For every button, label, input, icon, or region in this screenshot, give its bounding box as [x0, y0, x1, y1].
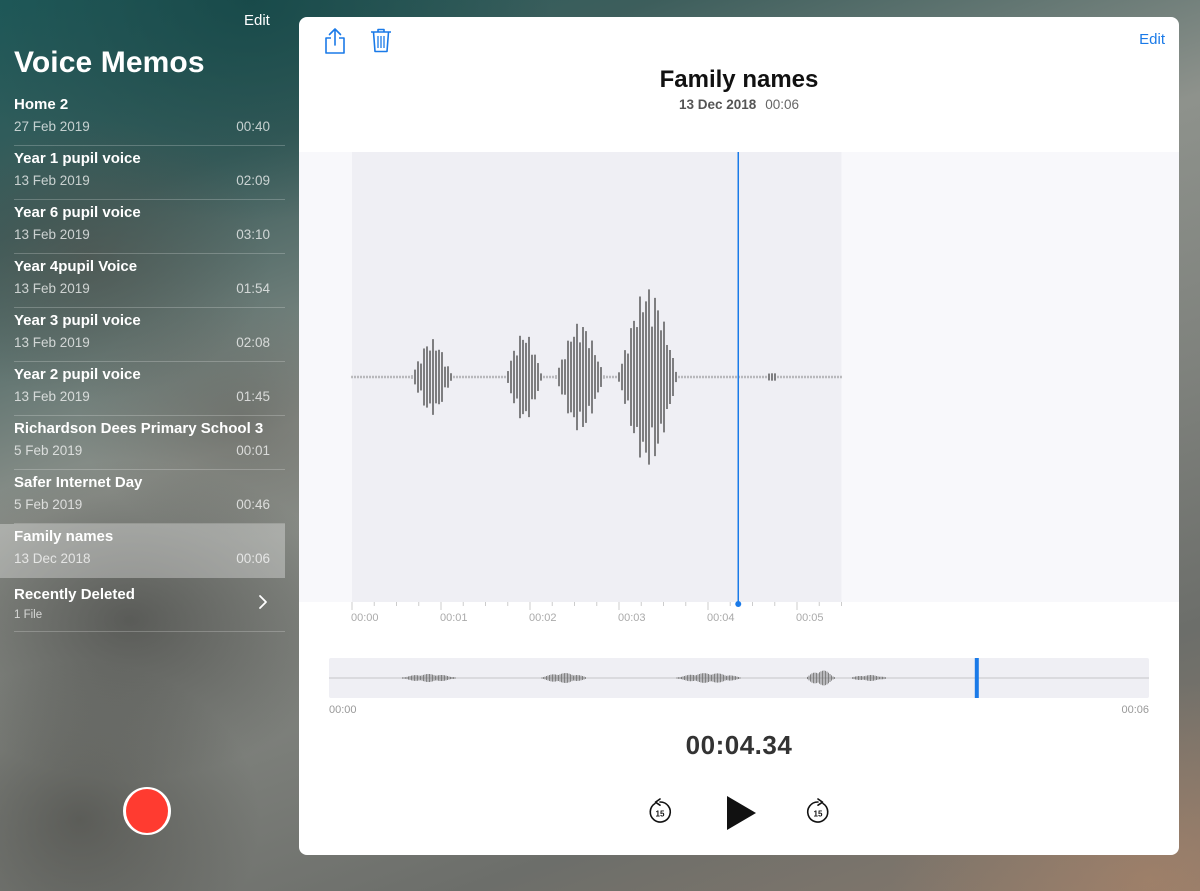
memo-duration: 03:10 [236, 227, 270, 242]
timeline-tick-label: 00:05 [796, 612, 824, 624]
memo-date: 27 Feb 2019 [14, 119, 90, 134]
main-waveform[interactable]: 00:00 00:01 00:02 00:03 00:04 00:05 [299, 152, 1179, 652]
memo-date: 5 Feb 2019 [14, 443, 83, 458]
skip-back-15-icon[interactable]: 15 [647, 798, 673, 826]
timeline-tick-label: 00:00 [351, 612, 379, 624]
memo-list: Home 2 27 Feb 2019 00:40 Year 1 pupil voice… [0, 92, 285, 632]
recorded-region [352, 152, 842, 602]
edit-recording-button[interactable]: Edit [1139, 31, 1165, 48]
memo-date: 13 Dec 2018 [14, 551, 91, 566]
memo-duration: 02:08 [236, 335, 270, 350]
timeline-tick-label: 00:02 [529, 612, 557, 624]
current-time: 00:04.34 [685, 730, 793, 760]
memo-item[interactable]: Richardson Dees Primary School 3 5 Feb 20… [14, 416, 285, 470]
memo-duration: 01:54 [236, 281, 270, 296]
memo-date: 5 Feb 2019 [14, 497, 83, 512]
recording-duration: 00:06 [765, 97, 800, 112]
recording-date: 13 Dec 2018 [678, 97, 757, 112]
memo-name: Safer Internet Day [14, 474, 143, 491]
record-button[interactable] [123, 787, 171, 835]
memo-duration: 00:46 [236, 497, 270, 512]
memo-name: Richardson Dees Primary School 3 [14, 420, 264, 437]
memo-date: 13 Feb 2019 [14, 281, 90, 296]
memo-item[interactable]: Year 3 pupil voice 13 Feb 2019 02:08 [14, 308, 285, 362]
timeline-axis: 00:00 00:01 00:02 00:03 00:04 00:05 [351, 602, 842, 624]
mini-waveform [329, 656, 1149, 700]
record-icon [126, 789, 168, 833]
recording-detail-panel: Edit Family names 13 Dec 2018 00:06 00:00… [299, 17, 1179, 855]
share-icon[interactable] [323, 27, 347, 55]
recently-deleted-label: Recently Deleted [14, 586, 135, 603]
memo-name: Home 2 [14, 96, 69, 113]
memo-name: Year 2 pupil voice [14, 366, 141, 383]
memo-date: 13 Feb 2019 [14, 335, 90, 350]
scrubber-end-time: 00:06 [1121, 704, 1149, 716]
memo-item[interactable]: Home 2 27 Feb 2019 00:40 [14, 92, 285, 146]
scrubber-handle[interactable] [974, 656, 979, 700]
memo-item[interactable]: Year 1 pupil voice 13 Feb 2019 02:09 [14, 146, 285, 200]
memo-item[interactable]: Year 4pupil Voice 13 Feb 2019 01:54 [14, 254, 285, 308]
recently-deleted-count: 1 File [14, 609, 43, 621]
memo-name: Year 6 pupil voice [14, 204, 141, 221]
memo-item[interactable]: Safer Internet Day 5 Feb 2019 00:46 [14, 470, 285, 524]
play-icon[interactable] [724, 795, 758, 831]
recording-title: Family names [659, 66, 819, 93]
timeline-tick-label: 00:01 [440, 612, 468, 624]
recently-deleted-folder[interactable]: Recently Deleted 1 File [14, 578, 285, 632]
memo-name: Year 3 pupil voice [14, 312, 141, 329]
memo-name: Year 1 pupil voice [14, 150, 141, 167]
skip-forward-label: 15 [814, 810, 823, 819]
memo-duration: 00:06 [236, 551, 270, 566]
memo-date: 13 Feb 2019 [14, 173, 90, 188]
memo-item[interactable]: Year 6 pupil voice 13 Feb 2019 03:10 [14, 200, 285, 254]
memo-duration: 01:45 [236, 389, 270, 404]
memo-date: 13 Feb 2019 [14, 389, 90, 404]
skip-back-label: 15 [656, 810, 665, 819]
sidebar-edit-button[interactable]: Edit [244, 12, 270, 29]
memo-item[interactable]: Year 2 pupil voice 13 Feb 2019 01:45 [14, 362, 285, 416]
timeline-tick-label: 00:04 [707, 612, 735, 624]
memo-name: Year 4pupil Voice [14, 258, 138, 275]
skip-forward-15-icon[interactable]: 15 [805, 798, 831, 826]
memo-duration: 02:09 [236, 173, 270, 188]
sidebar: Edit Voice Memos Home 2 27 Feb 2019 00:40 Y… [0, 0, 285, 891]
memo-item[interactable]: Family names 13 Dec 2018 00:06 [0, 524, 285, 578]
overview-scrubber[interactable] [329, 656, 1149, 700]
memo-date: 13 Feb 2019 [14, 227, 90, 242]
recording-meta: 13 Dec 2018 00:06 [299, 97, 1179, 112]
timeline-tick-label: 00:03 [618, 612, 646, 624]
memo-duration: 00:40 [236, 119, 270, 134]
memo-name: Family names [14, 528, 114, 545]
trash-icon[interactable] [370, 27, 392, 53]
scrubber-start-time: 00:00 [329, 704, 357, 716]
page-title: Voice Memos [14, 46, 205, 79]
memo-duration: 00:01 [236, 443, 270, 458]
chevron-right-icon [259, 595, 267, 609]
